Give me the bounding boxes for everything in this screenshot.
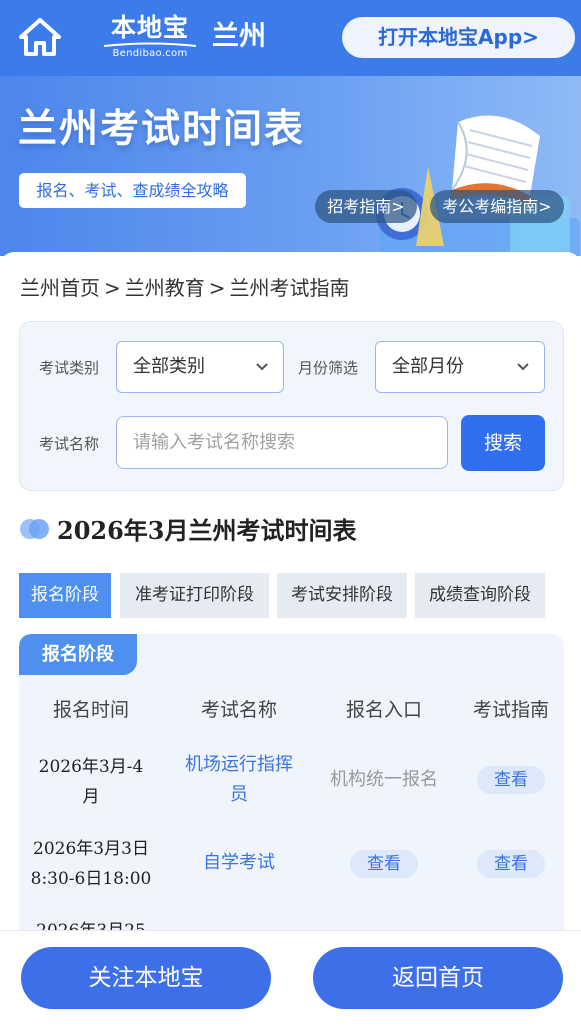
tab-score-query[interactable]: 成绩查询阶段 xyxy=(415,573,545,618)
table-badge: 报名阶段 xyxy=(19,634,137,675)
recruit-guide-link[interactable]: 招考指南> xyxy=(315,190,417,223)
banner-subtitle: 报名、考试、查成绩全攻略 xyxy=(19,173,246,208)
city-name: 兰州 xyxy=(212,21,266,52)
top-header: 本地宝 Bendibao.com 兰州 打开本地宝App> xyxy=(0,0,581,76)
view-guide-button[interactable]: 查看 xyxy=(477,850,545,878)
date-line: 2026年3月-4 xyxy=(38,757,144,777)
logo-subtext: Bendibao.com xyxy=(112,48,188,59)
civil-exam-guide-link[interactable]: 考公考编指南> xyxy=(430,190,564,223)
exam-table: 报名阶段 报名时间 考试名称 报名入口 考试指南 2026年3月-4 月 机场运… xyxy=(19,634,564,954)
registration-entry-text: 机构统一报名 xyxy=(330,769,438,790)
banner-title: 兰州考试时间表 xyxy=(18,107,306,152)
breadcrumb-separator: > xyxy=(104,276,121,300)
tab-registration[interactable]: 报名阶段 xyxy=(19,573,111,618)
open-app-button[interactable]: 打开本地宝App> xyxy=(342,17,575,58)
bottom-bar: 关注本地宝 返回首页 xyxy=(0,930,581,1030)
banner: 兰州考试时间表 报名、考试、查成绩全攻略 招考指南> 考公考编指南> xyxy=(0,76,581,256)
month-label: 月份筛选 xyxy=(298,359,359,377)
breadcrumb: 兰州首页 > 兰州教育 > 兰州考试指南 xyxy=(20,272,350,304)
tab-admission-ticket[interactable]: 准考证打印阶段 xyxy=(120,573,269,618)
month-select-value: 全部月份 xyxy=(392,356,464,377)
breadcrumb-exam-guide[interactable]: 兰州考试指南 xyxy=(230,276,350,300)
home-icon[interactable] xyxy=(18,17,62,57)
category-select[interactable]: 全部类别 xyxy=(116,341,284,393)
exam-name-line: 员 xyxy=(230,784,248,805)
category-label: 考试类别 xyxy=(39,359,100,377)
exam-name-link[interactable]: 自学考试 xyxy=(169,848,309,878)
month-select[interactable]: 全部月份 xyxy=(375,341,545,393)
chevron-down-icon xyxy=(517,363,529,371)
main-content: 兰州首页 > 兰州教育 > 兰州考试指南 考试类别 全部类别 月份筛选 全部月份 考试名… xyxy=(0,252,581,954)
column-header: 考试指南 xyxy=(472,699,549,721)
column-header: 报名入口 xyxy=(345,699,422,721)
section-dots-icon xyxy=(20,519,49,539)
date-line: 8:30-6日18:00 xyxy=(30,869,152,889)
breadcrumb-education[interactable]: 兰州教育 xyxy=(125,276,205,300)
exam-search-input[interactable] xyxy=(116,416,448,469)
view-guide-button[interactable]: 查看 xyxy=(477,766,545,794)
table-cell-date: 2026年3月-4 月 xyxy=(21,752,161,812)
logo[interactable]: 本地宝 Bendibao.com xyxy=(100,14,200,60)
back-home-button[interactable]: 返回首页 xyxy=(313,947,563,1009)
exam-name-line: 机场运行指挥 xyxy=(185,754,293,775)
category-select-value: 全部类别 xyxy=(133,356,205,377)
chevron-down-icon xyxy=(256,363,268,371)
breadcrumb-home[interactable]: 兰州首页 xyxy=(20,276,100,300)
search-button[interactable]: 搜索 xyxy=(461,415,545,471)
breadcrumb-separator: > xyxy=(208,276,226,300)
column-header: 考试名称 xyxy=(200,699,277,721)
exam-name-label: 考试名称 xyxy=(39,435,100,453)
table-cell-date: 2026年3月3日 8:30-6日18:00 xyxy=(21,834,161,894)
registration-entry-button[interactable]: 查看 xyxy=(350,850,418,878)
logo-text: 本地宝 xyxy=(110,13,189,42)
date-line: 2026年3月3日 xyxy=(33,839,149,859)
date-line: 月 xyxy=(82,787,100,807)
column-header: 报名时间 xyxy=(52,699,129,721)
exam-name-link[interactable]: 机场运行指挥 员 xyxy=(169,750,309,810)
follow-button[interactable]: 关注本地宝 xyxy=(21,947,271,1009)
tab-exam-schedule[interactable]: 考试安排阶段 xyxy=(277,573,407,618)
filter-panel: 考试类别 全部类别 月份筛选 全部月份 考试名称 搜索 xyxy=(19,321,564,491)
book-illustration-icon xyxy=(376,115,580,256)
section-title: 2026年3月兰州考试时间表 xyxy=(57,516,357,545)
